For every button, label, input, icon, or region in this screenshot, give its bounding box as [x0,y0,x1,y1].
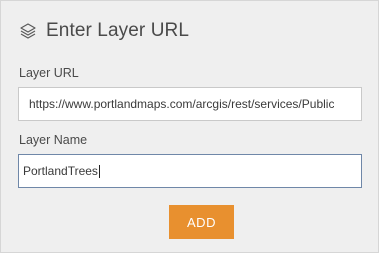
layer-name-value: PortlandTrees [23,164,98,178]
layers-icon [19,22,37,40]
layer-name-label: Layer Name [19,133,88,147]
panel-header: Enter Layer URL [19,18,189,44]
add-layer-panel: Enter Layer URL Layer URL https://www.po… [0,0,379,253]
text-caret [98,164,100,178]
layer-url-label: Layer URL [19,66,79,80]
layer-url-value: https://www.portlandmaps.com/arcgis/rest… [29,97,335,111]
layer-url-input[interactable]: https://www.portlandmaps.com/arcgis/rest… [18,87,362,121]
add-button[interactable]: ADD [169,205,234,239]
layer-name-input[interactable]: PortlandTrees [18,154,362,188]
panel-title: Enter Layer URL [46,20,190,41]
